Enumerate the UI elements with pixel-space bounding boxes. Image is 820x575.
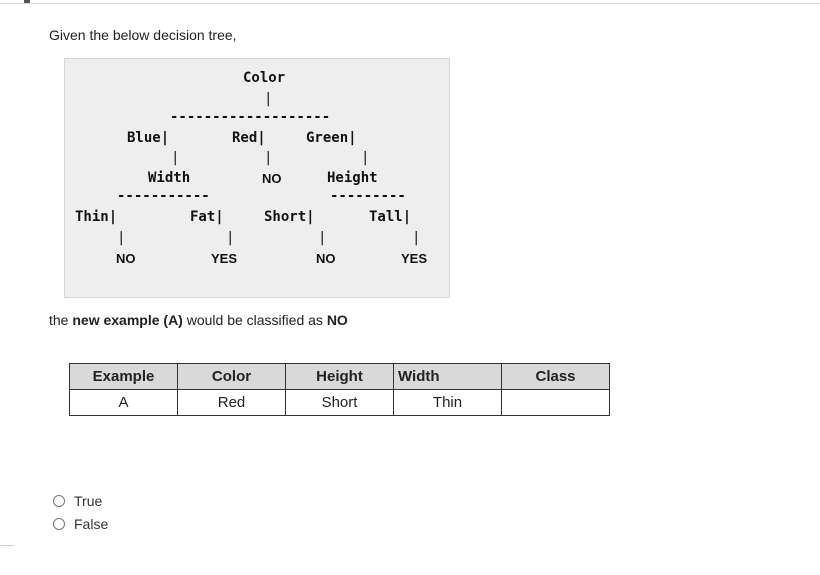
top-divider (0, 3, 820, 4)
column-header-class: Class (501, 363, 610, 390)
left-divider (0, 545, 14, 546)
classification-statement: the new example (A) would be classified … (49, 312, 348, 328)
tree-leaf-fat: YES (211, 251, 238, 266)
tree-branch-line: --------- (330, 188, 406, 204)
table-header-row: Example Color Height Width Class (69, 363, 610, 390)
tree-branch-red: Red| (232, 130, 266, 146)
tree-branch-blue: Blue| (127, 130, 170, 146)
tree-leaf-tall: YES (401, 251, 428, 266)
option-label: False (74, 515, 109, 532)
statement-text: the (49, 312, 73, 328)
tree-connector: | (412, 230, 421, 246)
option-true[interactable]: True (53, 489, 108, 512)
tree-leaf-red: NO (262, 171, 282, 186)
cell-color: Red (177, 389, 286, 416)
tree-leaf-short: NO (316, 251, 336, 266)
column-header-width: Width (393, 363, 502, 390)
tree-branch-tall: Tall| (369, 209, 412, 225)
tree-node-height: Height (327, 170, 378, 186)
tree-branch-thin: Thin| (75, 209, 118, 225)
tree-node-width: Width (148, 170, 191, 186)
cell-example: A (69, 389, 178, 416)
top-corner-mark (24, 0, 30, 3)
table-row: A Red Short Thin (69, 389, 610, 416)
statement-example: new example (A) (72, 312, 183, 328)
column-header-height: Height (285, 363, 394, 390)
statement-text: would be classified as (182, 312, 327, 328)
cell-width: Thin (393, 389, 502, 416)
option-false[interactable]: False (53, 512, 108, 535)
tree-branch-green: Green| (306, 130, 357, 146)
column-header-example: Example (69, 363, 178, 390)
tree-node-color: Color (243, 70, 286, 86)
decision-tree-figure: Color | ------------------- Blue| Red| G… (64, 58, 450, 298)
statement-class: NO (326, 312, 348, 328)
tree-branch-line: ----------- (117, 188, 210, 204)
tree-connector: | (226, 230, 235, 246)
tree-leaf-thin: NO (116, 251, 136, 266)
tree-connector: | (171, 150, 180, 166)
question-intro: Given the below decision tree, (49, 27, 237, 43)
tree-connector: | (264, 150, 273, 166)
tree-branch-fat: Fat| (190, 209, 224, 225)
tree-connector: | (361, 150, 370, 166)
tree-connector: | (318, 230, 327, 246)
cell-class (501, 389, 610, 416)
tree-connector: | (264, 91, 273, 107)
radio-button-true[interactable] (53, 494, 65, 507)
cell-height: Short (285, 389, 394, 416)
column-header-color: Color (177, 363, 286, 390)
tree-connector: | (117, 230, 126, 246)
tree-branch-line: ------------------- (170, 109, 331, 125)
example-table: Example Color Height Width Class A Red S… (69, 363, 610, 416)
answer-options: True False (53, 489, 108, 535)
radio-button-false[interactable] (53, 517, 65, 530)
option-label: True (74, 492, 103, 509)
tree-branch-short: Short| (264, 209, 315, 225)
